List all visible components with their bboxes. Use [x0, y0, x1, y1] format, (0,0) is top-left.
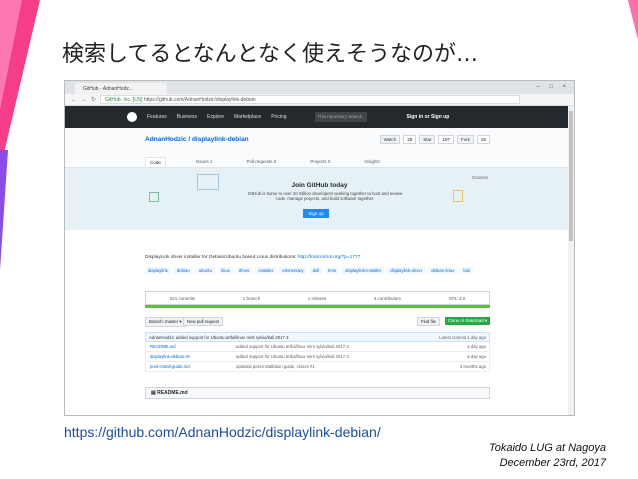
watch-button[interactable]: Watch	[379, 135, 401, 144]
topic-tag[interactable]: ubuntu	[195, 267, 215, 274]
forward-icon[interactable]: →	[81, 97, 87, 103]
star-count[interactable]: 197	[438, 135, 454, 144]
nav-features[interactable]: Features	[147, 114, 167, 120]
nav-business[interactable]: Business	[177, 114, 197, 120]
decor-stripe-right	[628, 0, 638, 40]
banner-deco-icon	[149, 192, 159, 202]
file-age: a day ago	[467, 344, 486, 349]
topic-tag[interactable]: displaylink-driver	[387, 267, 426, 274]
file-toolbar: Branch: master ▾ New pull request Find f…	[145, 317, 490, 327]
file-name-link[interactable]: post-install-guide.md	[150, 364, 190, 369]
branches-link[interactable]: 1 branch	[243, 296, 261, 301]
topic-tag[interactable]: kms	[325, 267, 340, 274]
repo-description: DisplayLink driver installer for Debian/…	[145, 255, 360, 260]
file-commit-message[interactable]: updated post-installation guide, closes …	[236, 364, 315, 369]
signin-link[interactable]: Sign in or Sign up	[407, 114, 450, 120]
tab-code[interactable]: Code	[145, 157, 166, 167]
event-date: December 23rd, 2017	[499, 457, 606, 469]
reload-icon[interactable]: ↻	[91, 96, 96, 103]
scrollbar-thumb[interactable]	[569, 111, 573, 241]
browser-tab[interactable]: GitHub - AdnanHodz...	[75, 83, 167, 94]
latest-commit-message[interactable]: AdnanHodzic added support for Ubuntu art…	[149, 335, 289, 340]
file-row: displaylink-debian.sh added support for …	[145, 352, 490, 362]
nav-pricing[interactable]: Pricing	[271, 114, 286, 120]
file-name-link[interactable]: README.md	[150, 344, 176, 349]
repo-action-buttons: Watch 25 Star 197 Fork 25	[379, 135, 490, 144]
banner-deco-icon	[453, 190, 463, 202]
releases-link[interactable]: 1 release	[308, 296, 327, 301]
url-text: https://github.com/AdnanHodzic/displayli…	[143, 97, 256, 103]
file-name-link[interactable]: displaylink-debian.sh	[150, 354, 190, 359]
nav-marketplace[interactable]: Marketplace	[234, 114, 261, 120]
topic-tag[interactable]: linux	[217, 267, 233, 274]
github-logo-icon[interactable]	[127, 112, 137, 122]
banner-text: GitHub is home to over 20 million develo…	[247, 191, 403, 202]
file-list: README.md added support for Ubuntu artfu…	[145, 342, 490, 372]
topic-tag[interactable]: driver	[235, 267, 253, 274]
file-age: a day ago	[467, 354, 486, 359]
file-row: post-install-guide.md updated post-insta…	[145, 362, 490, 372]
decor-stripe-purple	[0, 150, 8, 270]
browser-screenshot: GitHub - AdnanHodz... – □ × ← → ↻ GitHub…	[64, 80, 575, 416]
repo-header: AdnanHodzic / displaylink-debian Watch 2…	[65, 128, 574, 168]
search-input[interactable]: This repository Search	[314, 112, 367, 122]
new-pull-request-button[interactable]: New pull request	[183, 317, 224, 326]
repo-url-caption[interactable]: https://github.com/AdnanHodzic/displayli…	[64, 424, 381, 440]
nav-explore[interactable]: Explore	[207, 114, 224, 120]
back-icon[interactable]: ←	[71, 97, 77, 103]
repo-title[interactable]: AdnanHodzic / displaylink-debian	[145, 136, 249, 143]
topic-tag[interactable]: kali	[460, 267, 473, 274]
find-file-button[interactable]: Find file	[416, 317, 440, 326]
fork-button[interactable]: Fork	[456, 135, 474, 144]
repo-website-link[interactable]: http://foolcontrol.org/?p=1777	[298, 255, 361, 260]
window-controls[interactable]: – □ ×	[536, 84, 570, 90]
branch-select[interactable]: Branch: master ▾	[145, 317, 186, 327]
browser-tab-bar: GitHub - AdnanHodz... – □ ×	[65, 81, 574, 94]
signup-banner: Dismiss Join GitHub today GitHub is home…	[65, 168, 574, 230]
clone-button[interactable]: Clone or download ▾	[444, 317, 490, 325]
github-header: Features Business Explore Marketplace Pr…	[65, 106, 574, 128]
star-button[interactable]: Star	[419, 135, 436, 144]
file-row: README.md added support for Ubuntu artfu…	[145, 342, 490, 352]
tab-issues[interactable]: Issues 1	[192, 157, 217, 167]
latest-commit-bar: AdnanHodzic added support for Ubuntu art…	[145, 332, 490, 342]
topic-tag[interactable]: debian-linux	[428, 267, 458, 274]
repo-description-text: DisplayLink driver installer for Debian/…	[145, 255, 297, 260]
signup-button[interactable]: Sign up	[303, 209, 329, 218]
latest-commit-time: Latest commit 1 day ago	[439, 335, 486, 340]
repo-summary: 321 commits 1 branch 1 release 4 contrib…	[145, 291, 490, 305]
topic-tag[interactable]: installer	[255, 267, 277, 274]
url-identity: GitHub, Inc. [US]	[105, 97, 143, 103]
topic-tag[interactable]: displaylink	[145, 267, 171, 274]
readme-title: README.md	[157, 390, 188, 396]
url-field[interactable]: GitHub, Inc. [US] https://github.com/Adn…	[100, 95, 521, 104]
topic-tag[interactable]: elementary	[279, 267, 307, 274]
address-bar: ← → ↻ GitHub, Inc. [US] https://github.c…	[65, 94, 574, 106]
license-link[interactable]: GPL-3.0	[448, 296, 465, 301]
contributors-link[interactable]: 4 contributors	[374, 296, 401, 301]
event-name: Tokaido LUG at Nagoya	[489, 442, 606, 454]
topic-tag[interactable]: debian	[173, 267, 193, 274]
file-age: 3 months ago	[459, 364, 486, 369]
file-commit-message[interactable]: added support for Ubuntu artful/linux mi…	[236, 354, 349, 359]
tab-pull-requests[interactable]: Pull requests 0	[243, 157, 281, 167]
topic-tag[interactable]: displaylink-installer	[342, 267, 385, 274]
banner-title: Join GitHub today	[291, 182, 348, 189]
topic-tag[interactable]: dell	[309, 267, 323, 274]
slide-title: 検索してるとなんとなく使えそうなのが…	[62, 42, 479, 67]
dismiss-button[interactable]: Dismiss	[472, 175, 488, 180]
tab-projects[interactable]: Projects 0	[306, 157, 334, 167]
language-bar[interactable]	[145, 305, 490, 308]
repo-tabs: Code Issues 1 Pull requests 0 Projects 0…	[145, 157, 384, 167]
fork-count[interactable]: 25	[476, 135, 490, 144]
file-commit-message[interactable]: added support for Ubuntu artful/linux mi…	[236, 344, 349, 349]
commits-link[interactable]: 321 commits	[170, 296, 196, 301]
readme-header[interactable]: ▤ README.md	[145, 387, 490, 399]
watch-count[interactable]: 25	[403, 135, 417, 144]
tab-insights[interactable]: Insights	[360, 157, 384, 167]
topic-list: displaylink debian ubuntu linux driver i…	[145, 267, 490, 274]
